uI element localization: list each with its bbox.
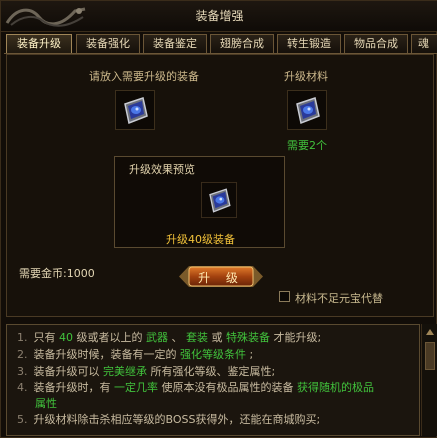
info-highlight: 属性 <box>35 397 57 410</box>
substitute-checkbox-label: 材料不足元宝代替 <box>295 292 383 305</box>
material-slot[interactable] <box>287 90 327 130</box>
material-label: 升级材料 <box>284 70 328 83</box>
info-line: 5. 升级材料除击杀相应等级的BOSS获得外，还能在商城购买; <box>17 411 320 427</box>
info-line: 4. 装备升级时，有 一定几率 使原本没有极品属性的装备 获得随机的极品 <box>17 379 374 395</box>
material-quantity-needed: 需要2个 <box>287 139 327 152</box>
info-text: 、 <box>168 331 186 344</box>
upgrade-preview-box: 升级效果预览 升级40级装备 <box>114 156 285 248</box>
info-text: 或 <box>208 331 226 344</box>
tab-equip-identify[interactable]: 装备鉴定 <box>143 34 207 53</box>
info-highlight: 40 <box>59 331 73 344</box>
info-scrollbar[interactable] <box>421 324 437 436</box>
info-line-number: 3. <box>17 365 28 378</box>
upgrade-button[interactable]: 升 级 <box>179 263 263 290</box>
info-text: 才能升级; <box>270 331 322 344</box>
window-title: 装备增强 <box>195 9 244 23</box>
info-highlight: 强化等级条件 <box>180 348 246 361</box>
info-highlight: 套装 <box>186 331 208 344</box>
info-text: 所有强化等级、鉴定属性; <box>147 365 276 378</box>
tab-soul[interactable]: 魂 <box>411 34 437 53</box>
equip-slot-prompt: 请放入需要升级的装备 <box>89 70 199 83</box>
info-text: 级或者以上的 <box>73 331 146 344</box>
upgraded-item-icon[interactable] <box>201 181 237 219</box>
info-highlight: 一定几率 <box>114 381 158 394</box>
tab-equip-upgrade[interactable]: 装备升级 <box>6 34 72 55</box>
preview-item-name: 升级40级装备 <box>166 233 235 246</box>
info-text: 升级材料除击杀相应等级的BOSS获得外，还能在商城购买; <box>33 413 321 426</box>
info-text: 装备升级时，有 <box>33 381 114 394</box>
substitute-checkbox[interactable] <box>279 291 290 302</box>
info-text: 只有 <box>33 331 59 344</box>
tab-wing-synthesis[interactable]: 翅膀合成 <box>210 34 274 53</box>
scroll-up-icon[interactable] <box>425 327 435 337</box>
preview-title: 升级效果预览 <box>129 163 195 176</box>
info-highlight: 完美继承 <box>103 365 147 378</box>
info-highlight: 武器 <box>146 331 168 344</box>
gold-cost: 需要金币:1000 <box>19 267 95 280</box>
info-line: 1. 只有 40 级或者以上的 武器 、 套装 或 特殊装备 才能升级; <box>17 329 321 345</box>
info-text-box: 1. 只有 40 级或者以上的 武器 、 套装 或 特殊装备 才能升级; 2. 装备升… <box>6 324 420 436</box>
tab-equip-strengthen[interactable]: 装备强化 <box>76 34 140 53</box>
info-text: 使原本没有极品属性的装备 <box>158 381 297 394</box>
tab-bar: 装备升级 装备强化 装备鉴定 翅膀合成 转生锻造 物品合成 魂 <box>6 34 437 55</box>
tab-item-synthesis[interactable]: 物品合成 <box>344 34 408 53</box>
title-bar[interactable]: 装备增强 <box>1 1 437 32</box>
info-line-number: 2. <box>17 348 28 361</box>
info-highlight: 获得随机的极品 <box>297 381 374 394</box>
info-line-number: 1. <box>17 331 28 344</box>
info-line: 属性 <box>17 395 57 411</box>
scroll-thumb[interactable] <box>425 342 435 370</box>
info-text: 装备升级可以 <box>33 365 103 378</box>
upgrade-button-label: 升 级 <box>198 271 244 285</box>
equipment-enhance-window: 装备增强 装备升级 装备强化 装备鉴定 翅膀合成 转生锻造 物品合成 魂 请放入… <box>0 0 437 438</box>
info-highlight: 特殊装备 <box>226 331 270 344</box>
info-text: 装备升级时候，装备有一定的 <box>33 348 180 361</box>
info-line-number: 5. <box>17 413 28 426</box>
info-text: ; <box>246 348 254 361</box>
tab-rebirth-forge[interactable]: 转生锻造 <box>277 34 341 53</box>
equipment-slot[interactable] <box>115 90 155 130</box>
info-line: 3. 装备升级可以 完美继承 所有强化等级、鉴定属性; <box>17 363 275 379</box>
info-line-number: 4. <box>17 381 28 394</box>
info-line: 2. 装备升级时候，装备有一定的 强化等级条件 ; <box>17 346 253 362</box>
